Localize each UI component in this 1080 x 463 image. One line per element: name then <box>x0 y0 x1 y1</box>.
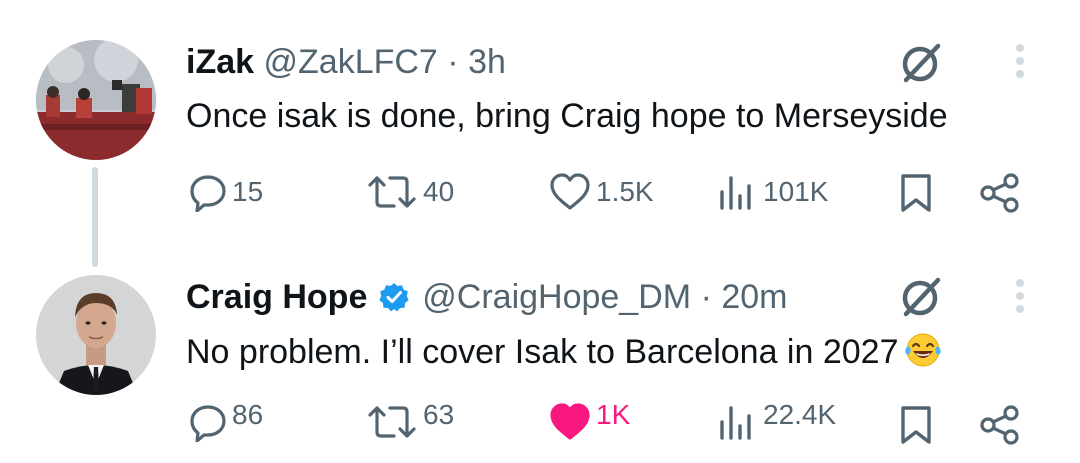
bookmark-icon <box>898 404 934 446</box>
separator: · <box>447 43 459 81</box>
reply-count: 86 <box>232 399 264 430</box>
action-bar: 86 63 1K 22.4K <box>0 398 1080 448</box>
handle[interactable]: @CraigHope_DM <box>422 278 691 316</box>
handle[interactable]: @ZakLFC7 <box>264 43 438 81</box>
tweet[interactable]: Craig Hope @CraigHope_DM · 20m No proble… <box>0 250 1080 463</box>
avatar[interactable] <box>36 275 156 395</box>
tweet-header: iZak @ZakLFC7 · 3h <box>186 42 506 82</box>
tweet-text: No problem. I’ll cover Isak to Barcelona… <box>186 333 899 371</box>
timestamp[interactable]: 3h <box>468 43 506 81</box>
share-button[interactable] <box>978 404 1022 446</box>
more-vertical-icon[interactable] <box>1010 277 1030 317</box>
share-icon <box>978 404 1022 446</box>
like-button[interactable]: 1K <box>548 399 631 442</box>
repost-button[interactable]: 63 <box>367 399 455 442</box>
reply-button[interactable]: 15 <box>188 172 263 212</box>
heart-icon <box>548 172 592 212</box>
grok-icon[interactable] <box>896 38 946 88</box>
repost-count: 63 <box>423 399 455 430</box>
views-button[interactable]: 101K <box>717 172 828 212</box>
reply-button[interactable]: 86 <box>188 399 264 442</box>
more-vertical-icon[interactable] <box>1010 42 1030 82</box>
reply-icon <box>188 172 228 212</box>
views-icon <box>717 172 759 212</box>
heart-icon <box>548 402 592 442</box>
reply-count: 15 <box>232 176 264 207</box>
views-icon <box>717 402 759 442</box>
separator: · <box>700 278 712 316</box>
display-name[interactable]: iZak <box>186 43 254 81</box>
tweet[interactable]: iZak @ZakLFC7 · 3h Once isak is done, br… <box>0 0 1080 267</box>
bookmark-button[interactable] <box>898 404 934 446</box>
display-name[interactable]: Craig Hope <box>186 278 367 316</box>
views-button[interactable]: 22.4K <box>717 399 837 442</box>
bookmark-icon <box>898 172 934 214</box>
share-icon <box>978 172 1022 214</box>
share-button[interactable] <box>978 172 1022 214</box>
action-bar: 15 40 1.5K 101K <box>0 168 1080 218</box>
tweet-text: Once isak is done, bring Craig hope to M… <box>186 97 948 135</box>
views-count: 22.4K <box>763 399 837 430</box>
like-count: 1.5K <box>596 176 654 207</box>
reply-icon <box>188 402 228 442</box>
like-count: 1K <box>596 399 631 430</box>
repost-count: 40 <box>423 176 455 207</box>
tweet-header: Craig Hope @CraigHope_DM · 20m <box>186 277 787 321</box>
timestamp[interactable]: 20m <box>721 278 787 316</box>
views-count: 101K <box>763 176 829 207</box>
repost-icon <box>367 402 419 442</box>
avatar[interactable] <box>36 40 156 160</box>
repost-icon <box>367 172 419 212</box>
tweet-text-container: No problem. I’ll cover Isak to Barcelona… <box>186 330 942 380</box>
like-button[interactable]: 1.5K <box>548 172 654 212</box>
verified-badge-icon <box>379 281 409 321</box>
repost-button[interactable]: 40 <box>367 172 454 212</box>
bookmark-button[interactable] <box>898 172 934 214</box>
grok-icon[interactable] <box>896 272 946 322</box>
face-with-tears-of-joy-icon <box>904 331 942 380</box>
